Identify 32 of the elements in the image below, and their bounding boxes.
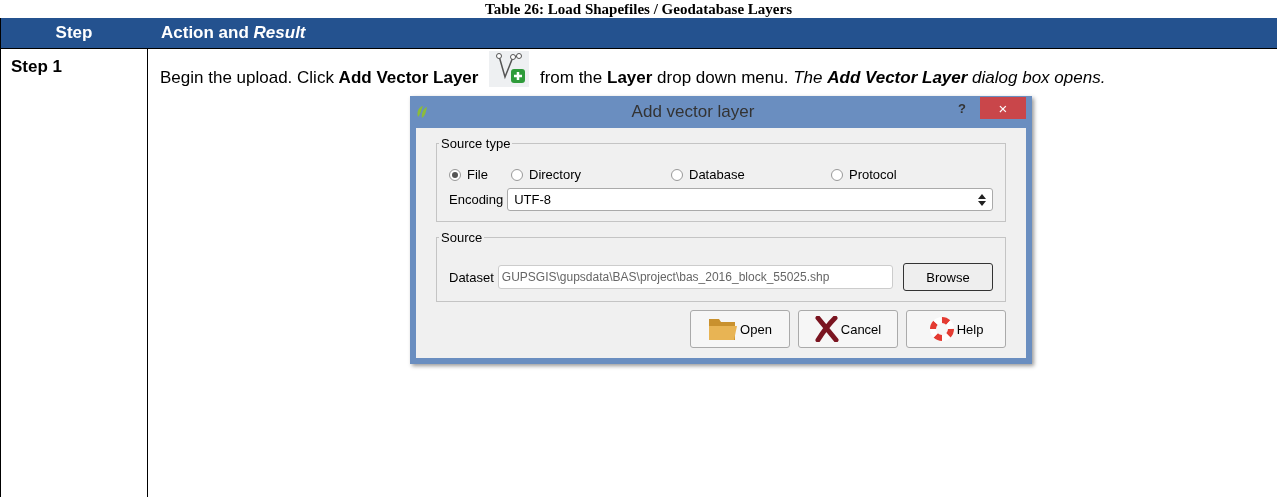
- lifebuoy-icon: [928, 316, 955, 342]
- group-legend: Source: [439, 230, 485, 245]
- radio-button[interactable]: [831, 168, 843, 181]
- field-label: Dataset: [449, 269, 494, 285]
- radio-button[interactable]: [449, 168, 461, 181]
- radio-button[interactable]: [511, 168, 523, 181]
- cancel-button[interactable]: Cancel: [798, 310, 898, 348]
- column-header: Action and Result: [160, 23, 306, 43]
- close-button[interactable]: ×: [980, 97, 1026, 119]
- help-button[interactable]: Help: [906, 310, 1006, 348]
- field-label: Encoding: [449, 192, 504, 207]
- app-logo-icon: [416, 105, 428, 119]
- encoding-dropdown[interactable]: UTF-8: [507, 188, 993, 211]
- dataset-field[interactable]: GUPSGIS\gupsdata\BAS\project\bas_2016_block_55025.shp: [497, 265, 893, 289]
- open-button[interactable]: Open: [690, 310, 790, 348]
- column-header: Step: [54, 23, 94, 43]
- folder-icon: [708, 316, 739, 342]
- radio-option[interactable]: File: [449, 167, 511, 182]
- step-label: Step 1: [11, 57, 63, 76]
- radio-button[interactable]: [671, 168, 683, 181]
- radio-option[interactable]: Directory: [511, 167, 671, 182]
- x-mark-icon: [814, 316, 839, 342]
- help-icon[interactable]: ?: [958, 100, 966, 116]
- browse-button[interactable]: Browse: [903, 263, 993, 291]
- vector-add-icon: [489, 51, 530, 87]
- radio-option[interactable]: Protocol: [831, 167, 897, 182]
- spinner-arrows-icon: [978, 193, 986, 206]
- table-caption: Table 26: Load Shapefiles / Geodatabase Layers: [484, 0, 793, 18]
- dialog-title: Add vector layer: [630, 102, 756, 122]
- group-legend: Source type: [439, 136, 513, 151]
- instruction-text: Begin the upload. Click Add Vector Layer from the Layer drop down menu. The Add Vector Layer dialog box opens.: [160, 51, 1265, 90]
- radio-option[interactable]: Database: [671, 167, 831, 182]
